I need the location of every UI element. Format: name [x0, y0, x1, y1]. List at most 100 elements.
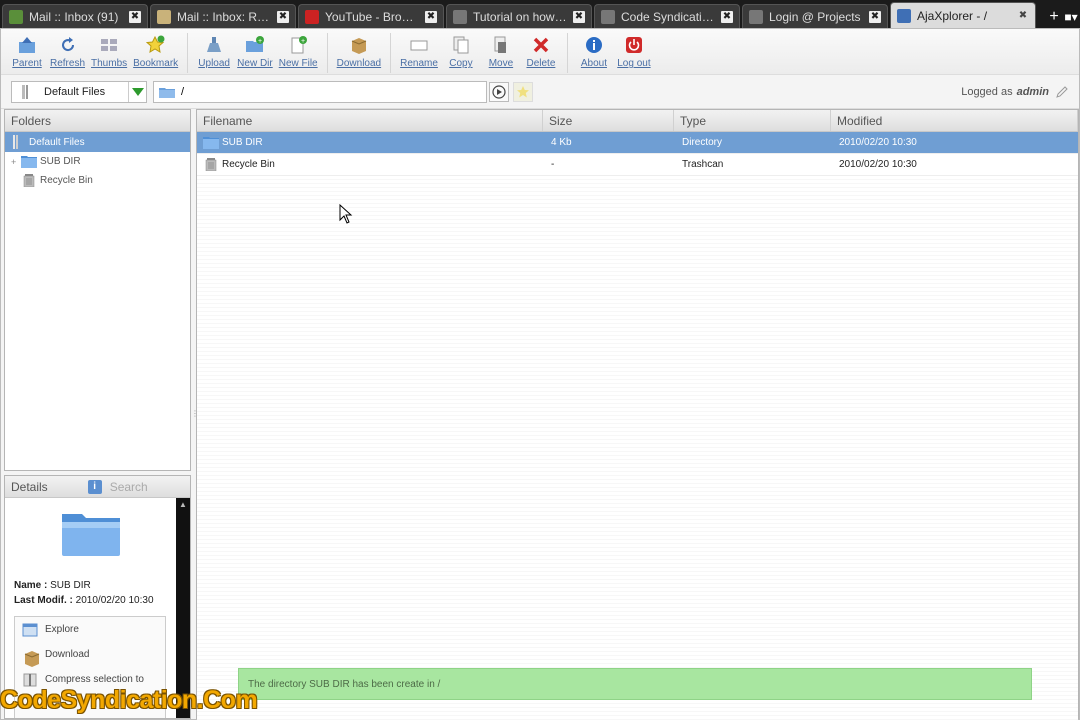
- action-download[interactable]: Download: [15, 642, 165, 667]
- upload-icon: [204, 35, 224, 55]
- download-icon: [22, 648, 40, 667]
- size-cell: 4 Kb: [551, 137, 572, 148]
- action-explore[interactable]: Explore: [15, 617, 165, 642]
- rename-icon: [409, 35, 429, 55]
- copy-button[interactable]: Copy: [441, 33, 481, 73]
- envelope-favicon-icon: [157, 9, 171, 24]
- path-field[interactable]: [153, 80, 487, 103]
- filename-text: Recycle Bin: [222, 159, 275, 170]
- ajaxplorer-favicon-icon: [897, 8, 911, 23]
- close-icon[interactable]: ✖: [721, 10, 733, 23]
- upload-label: Upload: [198, 58, 230, 69]
- folder-icon: [21, 155, 37, 168]
- copy-icon: [451, 35, 471, 55]
- browser-tab-2[interactable]: Mail :: Inbox: Re: ... ✖: [150, 4, 296, 28]
- table-row[interactable]: Recycle Bin - Trashcan 2010/02/20 10:30: [197, 154, 1078, 176]
- download-label: Download: [336, 58, 382, 69]
- browser-tab-title: Code Syndication ...: [621, 9, 715, 24]
- browser-tab-strip: Mail :: Inbox (91) ✖ Mail :: Inbox: Re: ..…: [0, 0, 1080, 28]
- go-button[interactable]: [489, 81, 509, 102]
- close-icon[interactable]: ✖: [277, 10, 289, 23]
- browser-tab-title: YouTube - Broadc...: [325, 9, 419, 24]
- column-header-type[interactable]: Type: [674, 110, 831, 131]
- table-row[interactable]: SUB DIR 4 Kb Directory 2010/02/20 10:30: [197, 132, 1078, 154]
- mouse-cursor-icon: [339, 204, 353, 224]
- thumbs-button[interactable]: Thumbs: [88, 33, 130, 73]
- pencil-icon[interactable]: [1055, 85, 1069, 99]
- logout-label: Log out: [617, 58, 651, 69]
- newfile-button[interactable]: + New File: [276, 33, 321, 73]
- browser-tab-1[interactable]: Mail :: Inbox (91) ✖: [2, 4, 148, 28]
- logout-button[interactable]: Log out: [614, 33, 654, 73]
- folder-icon: [159, 87, 175, 98]
- bookmark-button[interactable]: Bookmark: [130, 33, 181, 73]
- action-label: Compress selection to: [45, 674, 144, 685]
- browser-tab-title: AjaXplorer - /: [917, 8, 988, 23]
- delete-icon: [531, 35, 551, 55]
- expand-icon[interactable]: +: [11, 157, 21, 167]
- logged-user: Logged as admin: [961, 85, 1069, 99]
- page-favicon-icon: [749, 9, 763, 24]
- scroll-up-icon[interactable]: ▲: [176, 500, 190, 510]
- close-icon[interactable]: ✖: [573, 10, 585, 23]
- power-icon: [624, 35, 644, 55]
- file-list-empty-area[interactable]: [197, 176, 1078, 720]
- logged-username: admin: [1016, 85, 1049, 98]
- rename-button[interactable]: Rename: [397, 33, 441, 73]
- repository-label: Default Files: [44, 85, 106, 98]
- status-message: The directory SUB DIR has been create in…: [238, 668, 1032, 700]
- pane-splitter-handle[interactable]: ⋮: [191, 409, 199, 421]
- refresh-icon: [58, 35, 78, 55]
- folder-icon: [203, 136, 219, 149]
- column-header-size[interactable]: Size: [543, 110, 674, 131]
- browser-tab-title: Login @ Projects: [769, 9, 861, 24]
- rename-label: Rename: [400, 58, 438, 69]
- repository-select[interactable]: Default Files: [11, 80, 147, 103]
- browser-tab-5[interactable]: Code Syndication ... ✖: [594, 4, 740, 28]
- play-icon: [492, 84, 506, 99]
- close-icon[interactable]: ✖: [869, 10, 881, 23]
- search-tab[interactable]: Search: [110, 476, 148, 498]
- close-icon[interactable]: ✖: [129, 10, 141, 23]
- browser-tab-6[interactable]: Login @ Projects ✖: [742, 4, 888, 28]
- new-tab-button[interactable]: +: [1046, 8, 1062, 28]
- mail-favicon-icon: [9, 9, 23, 24]
- details-tab[interactable]: Details: [11, 476, 48, 498]
- download-button[interactable]: Download: [334, 33, 384, 73]
- browser-tab-title: Tutorial on how t...: [473, 9, 567, 24]
- tree-item-label: SUB DIR: [40, 156, 81, 167]
- column-header-filename[interactable]: Filename: [197, 110, 543, 131]
- chevron-down-icon[interactable]: [128, 81, 146, 102]
- filename-cell: Recycle Bin: [197, 158, 543, 172]
- toolbar-group-2: Upload + New Dir + New File: [194, 33, 328, 73]
- explore-icon: [22, 623, 38, 637]
- about-button[interactable]: About: [574, 33, 614, 73]
- close-icon[interactable]: ✖: [1017, 10, 1029, 22]
- folder-icon: [62, 514, 120, 556]
- delete-button[interactable]: Delete: [521, 33, 561, 73]
- newdir-button[interactable]: + New Dir: [234, 33, 276, 73]
- refresh-button[interactable]: Refresh: [47, 33, 88, 73]
- browser-tab-4[interactable]: Tutorial on how t... ✖: [446, 4, 592, 28]
- folders-header: Folders: [5, 110, 190, 132]
- tab-menu-icon[interactable]: ■▾: [1062, 8, 1080, 28]
- parent-button[interactable]: Parent: [7, 33, 47, 73]
- upload-button[interactable]: Upload: [194, 33, 234, 73]
- action-label: Download: [45, 649, 90, 660]
- watermark-text: CodeSyndication.Com: [0, 686, 258, 714]
- refresh-label: Refresh: [50, 58, 86, 69]
- trash-icon: [21, 174, 37, 188]
- move-button[interactable]: Move: [481, 33, 521, 73]
- browser-tab-7[interactable]: AjaXplorer - / ✖: [890, 2, 1036, 28]
- details-scrollbar[interactable]: ▲: [176, 498, 190, 718]
- tree-item-sub-dir[interactable]: + SUB DIR: [5, 152, 190, 171]
- tree-root-default-files[interactable]: Default Files: [5, 132, 190, 152]
- column-header-modified[interactable]: Modified: [831, 110, 1078, 131]
- close-icon[interactable]: ✖: [425, 10, 437, 23]
- browser-tab-3[interactable]: YouTube - Broadc... ✖: [298, 4, 444, 28]
- tree-item-recycle-bin[interactable]: Recycle Bin: [5, 171, 190, 190]
- compress-icon: [22, 673, 38, 687]
- type-cell: Trashcan: [682, 159, 724, 170]
- bookmark-star-button[interactable]: [513, 81, 533, 102]
- path-input[interactable]: [181, 85, 486, 98]
